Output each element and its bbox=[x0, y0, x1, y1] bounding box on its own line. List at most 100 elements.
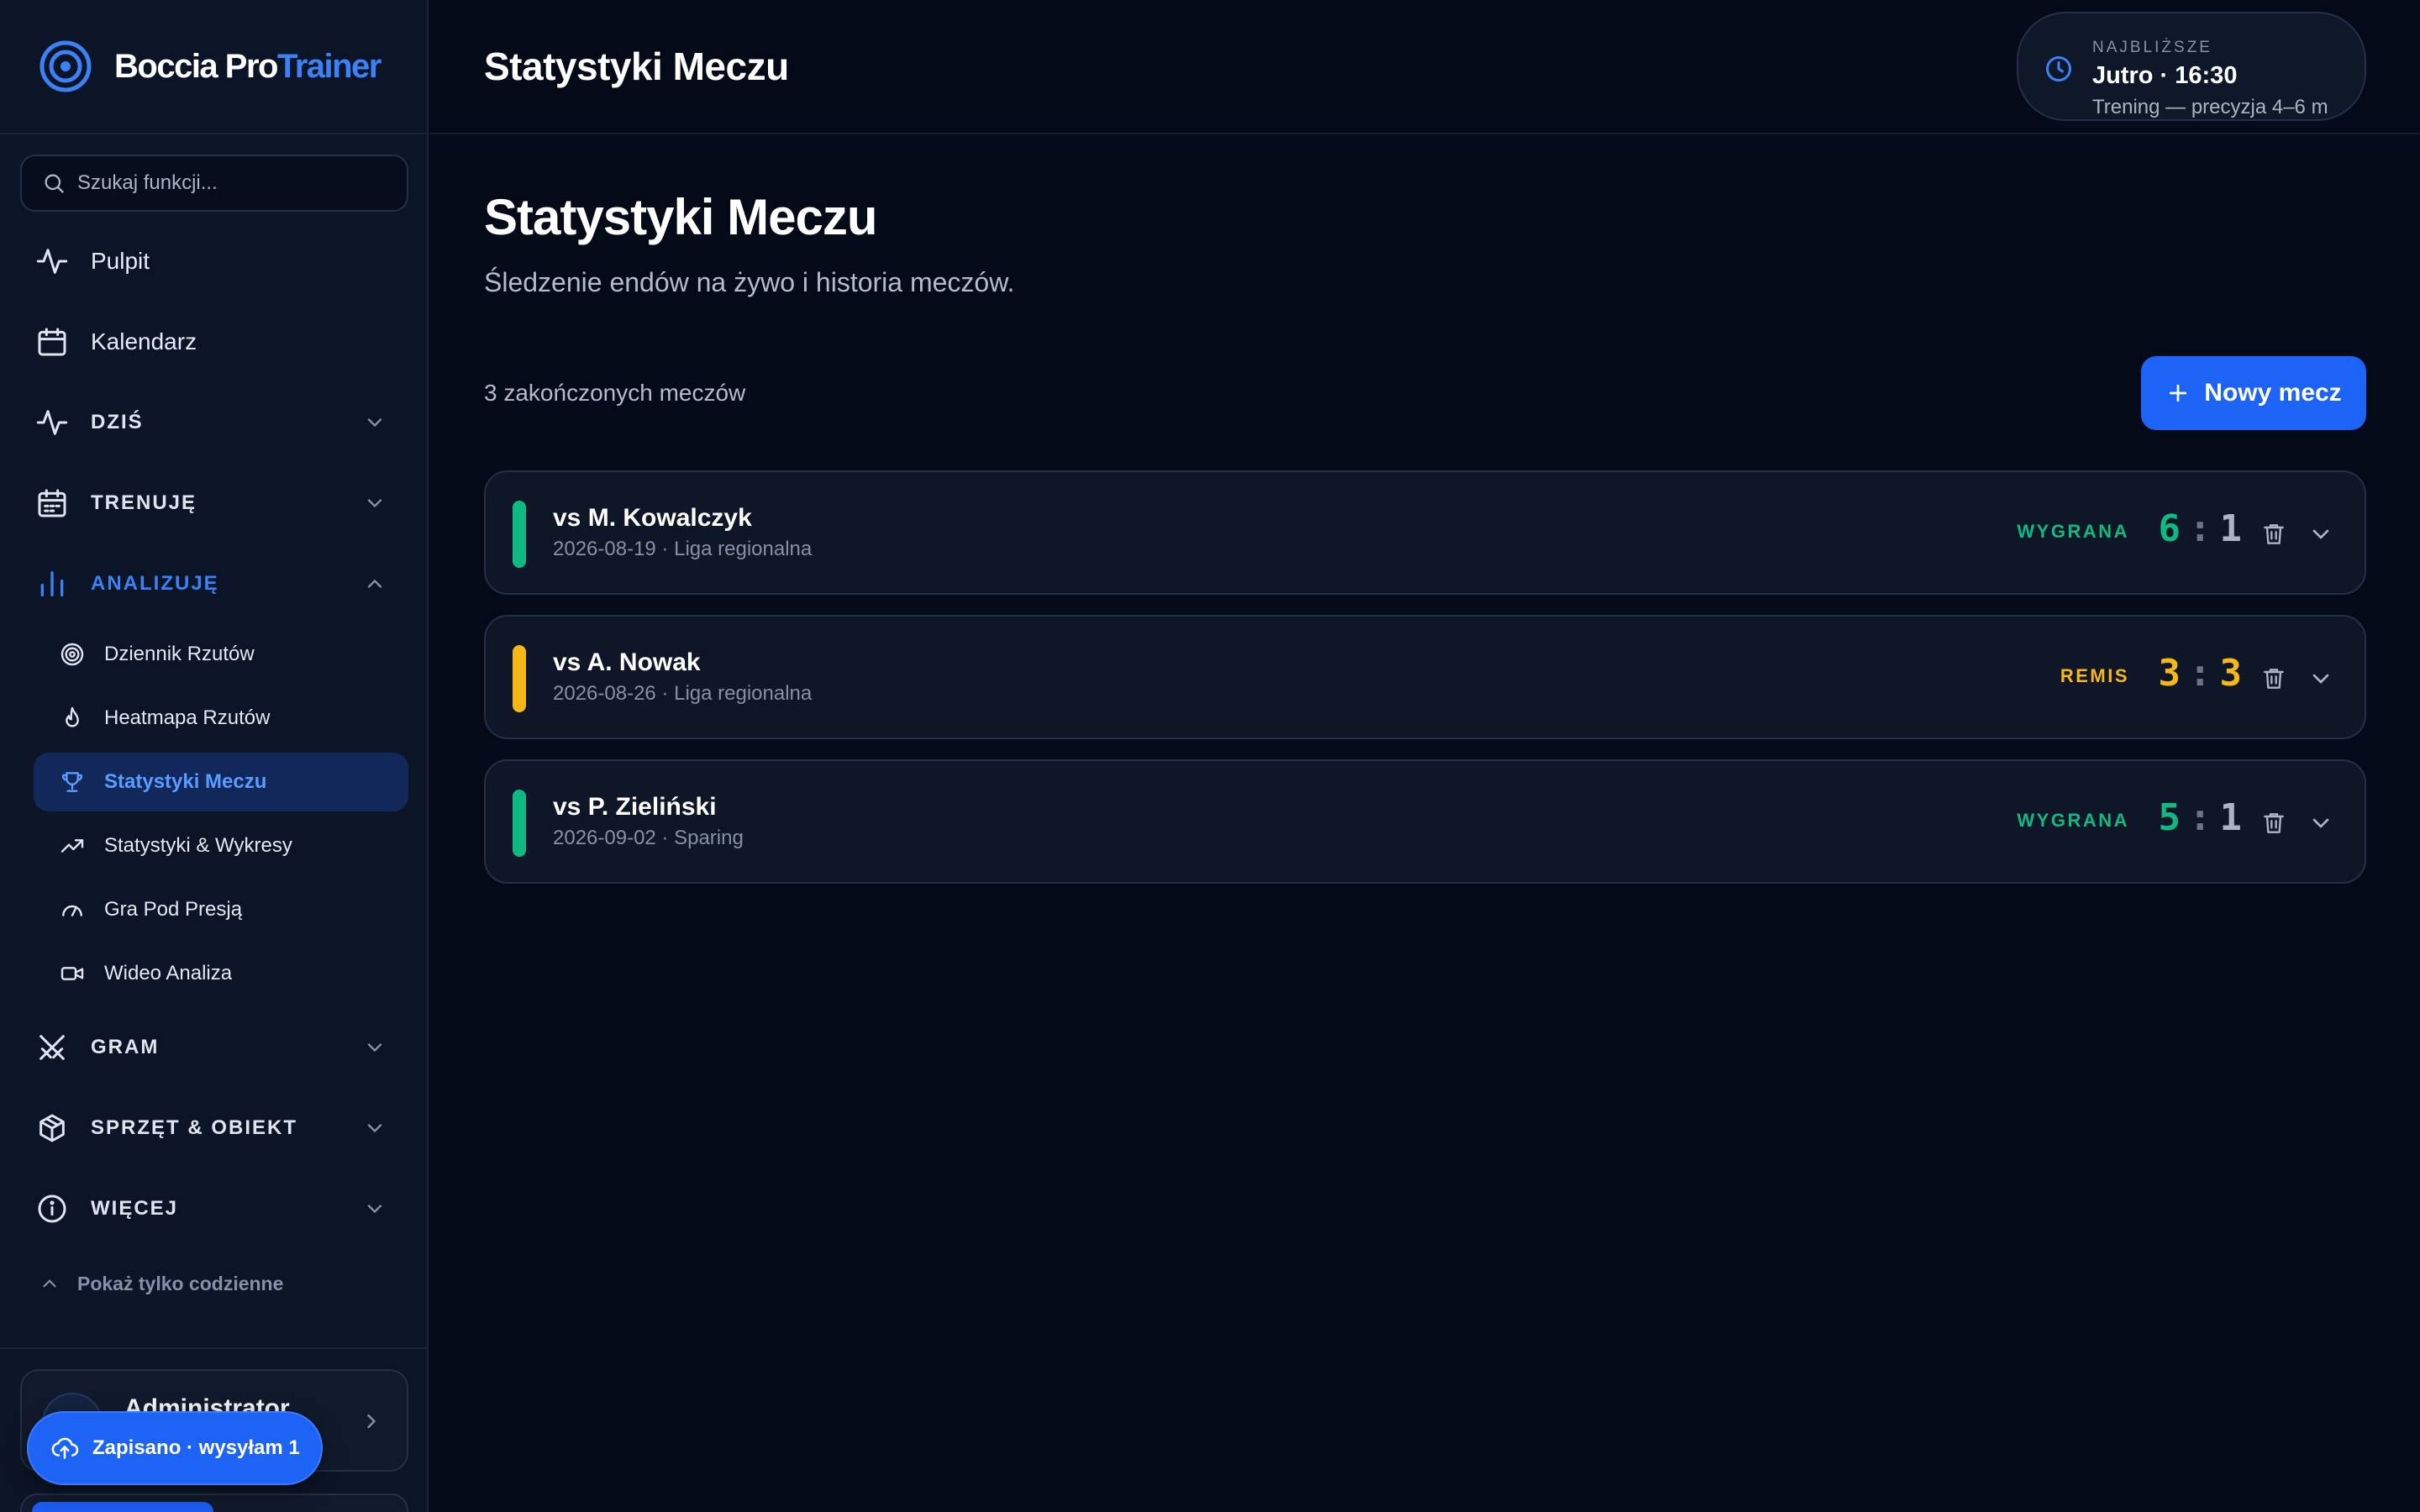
chevron-down-icon[interactable] bbox=[2307, 810, 2334, 837]
trash-icon[interactable] bbox=[2260, 665, 2287, 692]
finished-matches-count: 3 zakończonych meczów bbox=[484, 380, 746, 406]
result-stripe bbox=[513, 501, 526, 568]
video-icon bbox=[59, 958, 89, 989]
secondary-card[interactable] bbox=[20, 1494, 408, 1512]
score-own: 5 bbox=[2158, 796, 2181, 839]
target-logo-icon bbox=[39, 40, 92, 92]
match-result-badge: WYGRANA bbox=[2017, 521, 2129, 542]
sidebar: Boccia ProTrainer Pulpit Kalendarz bbox=[0, 0, 429, 1512]
sub-item-wideo-analiza[interactable]: Wideo Analiza bbox=[34, 944, 408, 1003]
activity-icon bbox=[34, 404, 71, 441]
nav-section-dzis[interactable]: DZIŚ bbox=[34, 393, 395, 452]
target-icon bbox=[59, 639, 89, 669]
nav-section-label: DZIŚ bbox=[91, 411, 144, 433]
chevron-down-icon bbox=[367, 499, 382, 508]
topbar: Statystyki Meczu NAJBLIŻSZE Jutro · 16:3… bbox=[429, 0, 2420, 134]
divider bbox=[0, 1347, 427, 1349]
new-match-button-label: Nowy mecz bbox=[2204, 379, 2342, 407]
trash-icon[interactable] bbox=[2260, 810, 2287, 837]
next-session-description: Trening — precyzja 4–6 m bbox=[2092, 96, 2328, 118]
new-match-button[interactable]: Nowy mecz bbox=[2141, 356, 2366, 430]
chevron-right-icon bbox=[367, 1414, 376, 1429]
match-meta: 2026-08-26 · Liga regionalna bbox=[553, 682, 813, 705]
nav-section-label: ANALIZUJĘ bbox=[91, 572, 219, 595]
show-daily-only-toggle[interactable]: Pokaż tylko codzienne bbox=[39, 1267, 283, 1300]
nav-section-analizuje[interactable]: ANALIZUJĘ bbox=[34, 554, 395, 613]
next-session-kicker: NAJBLIŻSZE bbox=[2092, 39, 2212, 56]
chevron-up-icon bbox=[367, 579, 382, 588]
score-separator: : bbox=[2189, 507, 2212, 550]
gauge-icon bbox=[59, 895, 89, 925]
match-score: 6 : 1 bbox=[2159, 507, 2243, 550]
nav-section-label: TRENUJĘ bbox=[91, 491, 197, 514]
nav-section-label: WIĘCEJ bbox=[91, 1197, 179, 1220]
match-meta: 2026-09-02 · Sparing bbox=[553, 827, 744, 849]
trending-up-icon bbox=[59, 831, 89, 861]
trophy-icon bbox=[59, 767, 89, 797]
nav-label: Kalendarz bbox=[91, 328, 197, 354]
score-opponent: 3 bbox=[2219, 652, 2243, 695]
secondary-card-bar bbox=[32, 1502, 213, 1512]
chevron-down-icon bbox=[367, 1043, 382, 1053]
sub-item-heatmapa-rzutow[interactable]: Heatmapa Rzutów bbox=[34, 689, 408, 748]
sub-item-label: Statystyki Meczu bbox=[104, 770, 267, 793]
next-session-time: Jutro · 16:30 bbox=[2092, 62, 2238, 89]
nav-section-gram[interactable]: GRAM bbox=[34, 1018, 395, 1077]
sub-item-statystyki-meczu[interactable]: Statystyki Meczu bbox=[34, 753, 408, 811]
page-title: Statystyki Meczu bbox=[484, 189, 878, 245]
toggle-label: Pokaż tylko codzienne bbox=[77, 1272, 284, 1294]
package-icon bbox=[34, 1110, 71, 1147]
calendar-check-icon bbox=[34, 485, 71, 522]
nav-label: Pulpit bbox=[91, 248, 150, 274]
chevron-up-icon bbox=[43, 1279, 56, 1288]
nav-item-kalendarz[interactable]: Kalendarz bbox=[34, 312, 395, 371]
sub-item-label: Heatmapa Rzutów bbox=[104, 706, 271, 729]
result-stripe bbox=[513, 645, 526, 712]
chevron-down-icon bbox=[367, 1124, 382, 1133]
activity-icon bbox=[34, 243, 71, 280]
sub-item-statystyki-wykresy[interactable]: Statystyki & Wykresy bbox=[34, 816, 408, 875]
sync-status-toast[interactable]: Zapisano · wysyłam 1 bbox=[27, 1411, 323, 1485]
next-session-pill[interactable]: NAJBLIŻSZE Jutro · 16:30 Trening — precy… bbox=[2017, 12, 2366, 121]
sub-item-label: Dziennik Rzutów bbox=[104, 643, 255, 665]
match-score: 5 : 1 bbox=[2159, 796, 2243, 839]
score-separator: : bbox=[2189, 652, 2212, 695]
match-score: 3 : 3 bbox=[2159, 652, 2243, 695]
match-opponent: vs M. Kowalczyk bbox=[553, 504, 752, 532]
bar-chart-icon bbox=[34, 565, 71, 602]
score-opponent: 1 bbox=[2219, 796, 2243, 839]
search-box[interactable] bbox=[20, 155, 408, 212]
sub-item-label: Statystyki & Wykresy bbox=[104, 834, 292, 857]
nav-section-wiecej[interactable]: WIĘCEJ bbox=[34, 1179, 395, 1238]
nav-section-label: GRAM bbox=[91, 1036, 160, 1058]
chevron-down-icon bbox=[367, 1205, 382, 1214]
search-input[interactable] bbox=[77, 171, 397, 195]
match-result-badge: WYGRANA bbox=[2017, 810, 2129, 831]
chevron-down-icon bbox=[367, 418, 382, 428]
score-opponent: 1 bbox=[2219, 507, 2243, 550]
match-card[interactable]: vs A. Nowak 2026-08-26 · Liga regionalna… bbox=[484, 615, 2366, 739]
search-icon bbox=[45, 174, 64, 193]
trash-icon[interactable] bbox=[2260, 521, 2287, 548]
sub-item-dziennik-rzutow[interactable]: Dziennik Rzutów bbox=[34, 625, 408, 684]
main-content: Statystyki Meczu Śledzenie endów na żywo… bbox=[429, 136, 2420, 1512]
toast-label: Zapisano · wysyłam 1 bbox=[92, 1436, 300, 1459]
match-result-badge: REMIS bbox=[2060, 665, 2129, 686]
nav-item-pulpit[interactable]: Pulpit bbox=[34, 232, 395, 291]
score-own: 3 bbox=[2158, 652, 2181, 695]
match-meta: 2026-08-19 · Liga regionalna bbox=[553, 538, 813, 560]
chevron-down-icon[interactable] bbox=[2307, 521, 2334, 548]
brand[interactable]: Boccia ProTrainer bbox=[0, 0, 427, 134]
result-stripe bbox=[513, 790, 526, 857]
match-card[interactable]: vs P. Zieliński 2026-09-02 · Sparing WYG… bbox=[484, 759, 2366, 884]
sub-item-label: Gra Pod Presją bbox=[104, 898, 243, 921]
sub-item-gra-pod-presja[interactable]: Gra Pod Presją bbox=[34, 880, 408, 939]
nav-section-sprzet-obiekt[interactable]: SPRZĘT & OBIEKT bbox=[34, 1099, 395, 1158]
match-card[interactable]: vs M. Kowalczyk 2026-08-19 · Liga region… bbox=[484, 470, 2366, 595]
nav-section-trenuje[interactable]: TRENUJĘ bbox=[34, 474, 395, 533]
score-separator: : bbox=[2189, 796, 2212, 839]
chevron-down-icon[interactable] bbox=[2307, 665, 2334, 692]
nav-section-label: SPRZĘT & OBIEKT bbox=[91, 1116, 298, 1139]
info-icon bbox=[34, 1190, 71, 1227]
match-opponent: vs A. Nowak bbox=[553, 648, 701, 676]
